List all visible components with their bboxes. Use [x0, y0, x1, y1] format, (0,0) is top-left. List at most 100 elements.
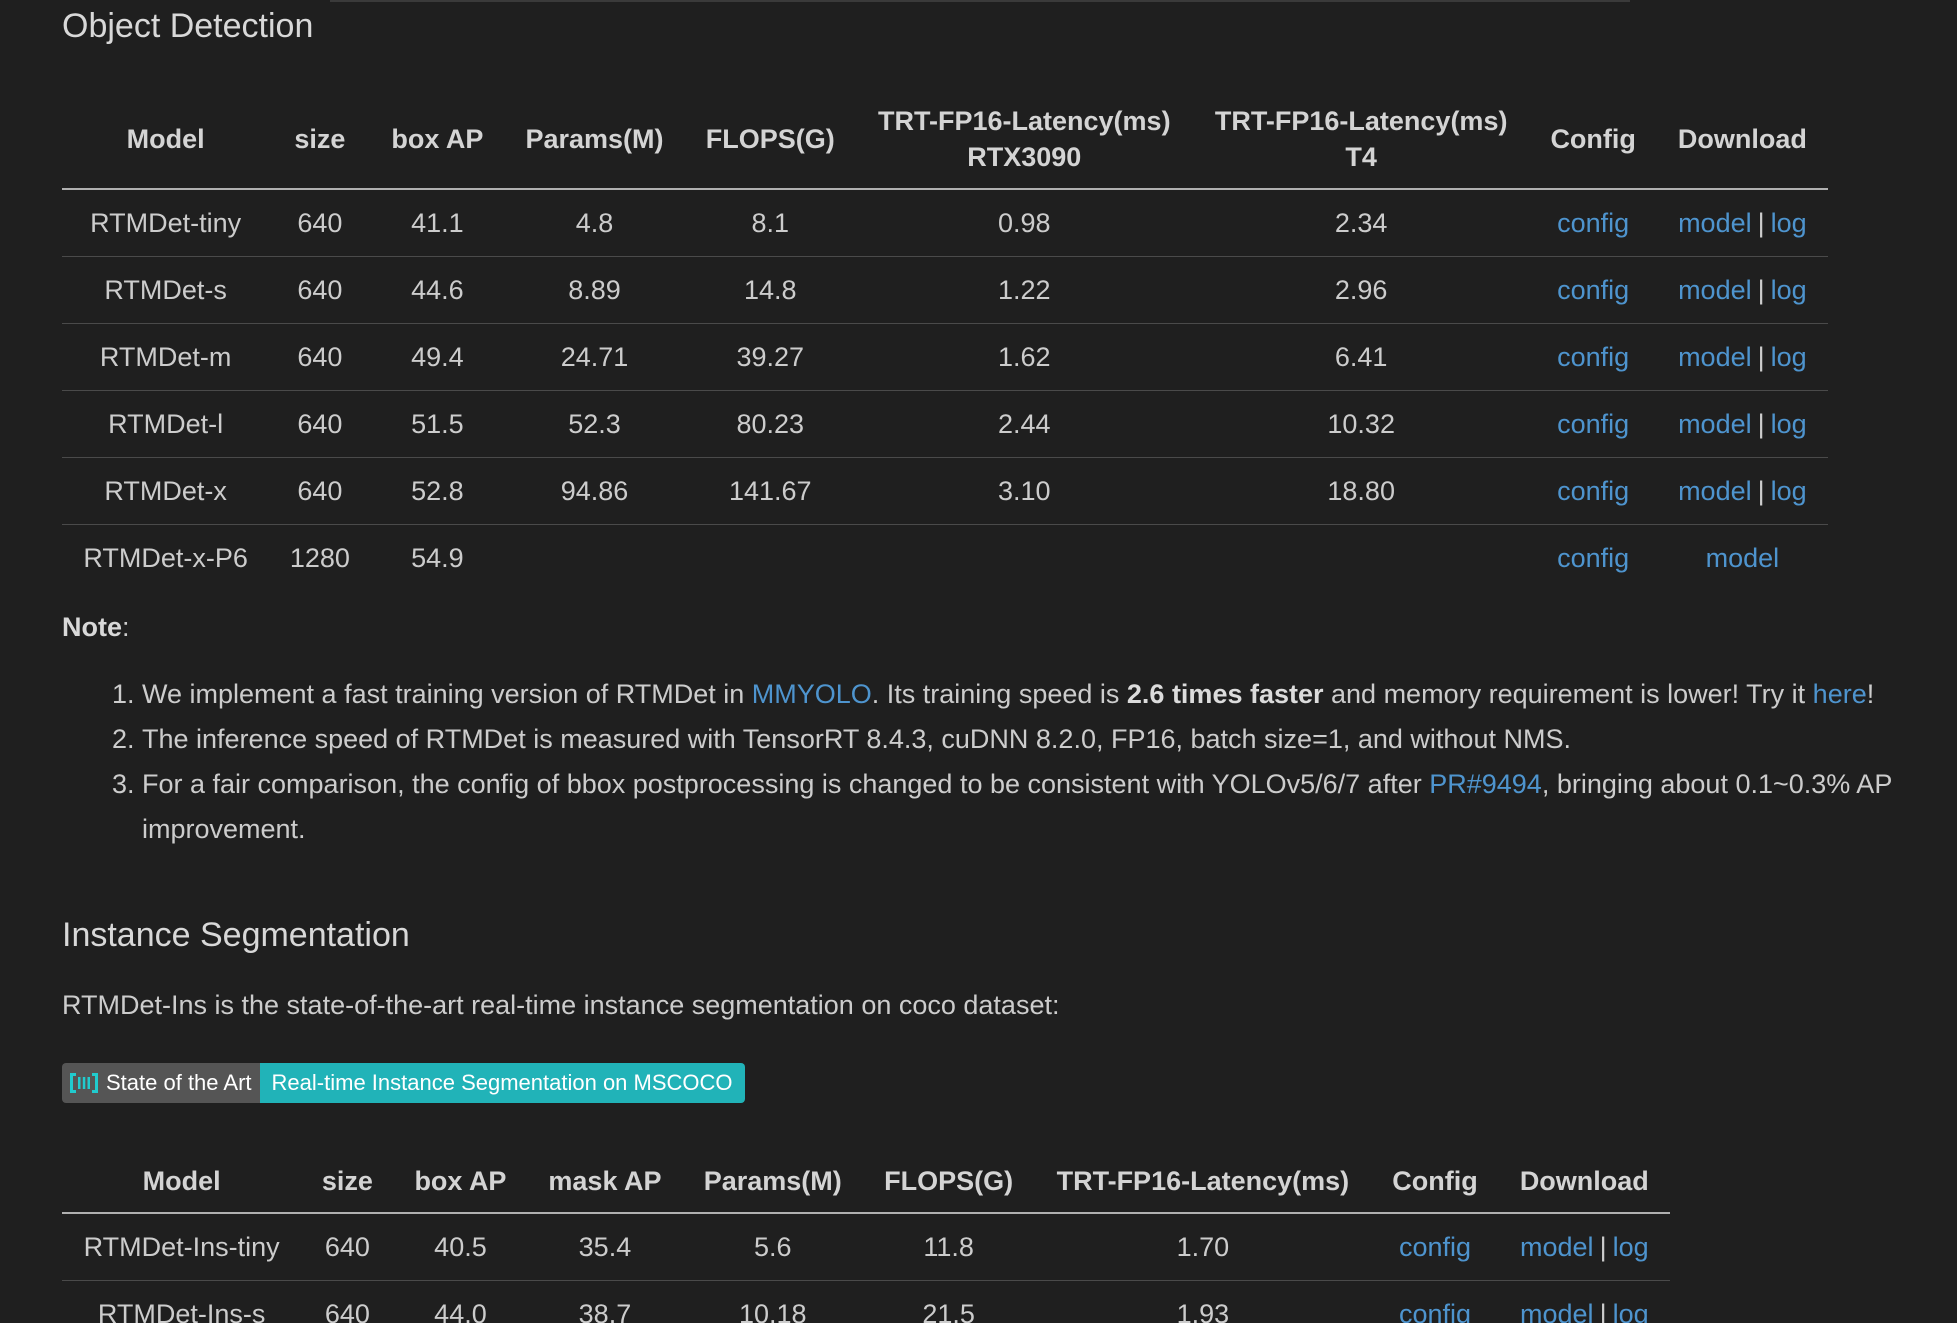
cell-flops — [684, 524, 856, 591]
cell-model: RTMDet-tiny — [90, 207, 242, 238]
header-latency-rtx3090-line1: TRT-FP16-Latency(ms) — [878, 106, 1171, 136]
cell-download: model — [1656, 524, 1828, 591]
table-row: RTMDet-s 640 44.6 8.89 14.8 1.22 2.96 config mod… — [62, 256, 1828, 324]
header-mask-ap: mask AP — [527, 1150, 683, 1214]
log-link[interactable]: log — [1771, 476, 1807, 506]
log-link[interactable]: log — [1771, 409, 1807, 439]
sota-badge[interactable]: State of the Art Real-time Instance Segm… — [62, 1063, 745, 1103]
model-link[interactable]: model — [1520, 1299, 1594, 1323]
instance-segmentation-table-body: RTMDet-Ins-tiny 640 40.5 35.4 5.6 11.8 1.70 con… — [62, 1213, 1670, 1323]
mmyolo-link[interactable]: MMYOLO — [752, 679, 872, 709]
cell-config: config — [1529, 323, 1657, 391]
cell-flops: 11.8 — [923, 1231, 974, 1262]
cell-lat-t4: 2.96 — [1192, 256, 1530, 324]
cell-size: 640 — [297, 207, 343, 238]
config-link[interactable]: config — [1557, 342, 1629, 372]
model-link[interactable]: model — [1520, 1232, 1594, 1262]
cell-model: RTMDet-s — [62, 256, 270, 324]
note-item-1: We implement a fast training version of … — [142, 672, 1942, 717]
note-1-text-c: and memory requirement is lower! Try it — [1323, 679, 1813, 709]
table-row: RTMDet-Ins-s 640 44.0 38.7 10.18 21.5 1.93 conf… — [62, 1280, 1670, 1323]
log-link[interactable]: log — [1771, 208, 1807, 238]
cell-download: model | log — [1657, 189, 1828, 257]
cell-params: 10.18 — [682, 1280, 863, 1323]
config-link[interactable]: config — [1557, 543, 1629, 573]
log-link[interactable]: log — [1771, 342, 1807, 372]
cell-download: model | log — [1498, 1280, 1670, 1323]
header-download: Download — [1656, 90, 1828, 190]
object-detection-table-body: RTMDet-tiny 640 41.1 4.8 8.1 0.98 2.34 config mo… — [62, 189, 1828, 591]
config-link[interactable]: config — [1557, 275, 1629, 305]
header-box-ap: box AP — [370, 90, 505, 190]
header-latency-t4-line1: TRT-FP16-Latency(ms) — [1214, 106, 1508, 136]
model-link[interactable]: model — [1706, 543, 1780, 573]
papers-with-code-icon — [70, 1073, 98, 1093]
cell-model: RTMDet-Ins-tiny — [83, 1231, 280, 1262]
cell-lat-rtx: 0.98 — [998, 207, 1051, 238]
cell-lat-rtx — [855, 524, 1193, 591]
cell-box-ap: 49.4 — [370, 323, 505, 391]
model-link[interactable]: model — [1678, 476, 1752, 506]
cell-download: model | log — [1656, 323, 1828, 391]
cell-box-ap: 51.5 — [370, 390, 505, 458]
header-size: size — [269, 90, 371, 190]
cell-download: model | log — [1656, 390, 1828, 458]
link-separator: | — [1599, 1231, 1607, 1262]
link-separator: | — [1757, 341, 1765, 372]
note-1-text-d: ! — [1866, 679, 1875, 709]
table-row: RTMDet-x-P6 1280 54.9 config model — [62, 524, 1828, 591]
cell-config: config — [1371, 1280, 1499, 1323]
cell-params: 24.71 — [504, 323, 685, 391]
config-link[interactable]: config — [1399, 1232, 1471, 1262]
cell-model: RTMDet-x — [62, 457, 270, 525]
model-link[interactable]: model — [1678, 208, 1752, 238]
cell-config: config — [1529, 256, 1657, 324]
note-1-text-b: . Its training speed is — [871, 679, 1127, 709]
badge-right-label: Real-time Instance Segmentation on MSCOC… — [259, 1063, 745, 1103]
object-detection-table: Model size box AP Params(M) FLOPS(G) TRT… — [62, 90, 1828, 591]
cell-lat-rtx: 2.44 — [855, 390, 1193, 458]
config-link[interactable]: config — [1557, 208, 1629, 238]
cell-params — [504, 524, 685, 591]
cell-model: RTMDet-x-P6 — [62, 524, 270, 591]
header-model: Model — [62, 1150, 302, 1214]
table-row: RTMDet-Ins-tiny 640 40.5 35.4 5.6 11.8 1.70 con… — [62, 1213, 1670, 1281]
header-params: Params(M) — [682, 1150, 863, 1214]
model-link[interactable]: model — [1678, 409, 1752, 439]
cell-lat-t4: 10.32 — [1192, 390, 1530, 458]
config-link[interactable]: config — [1557, 476, 1629, 506]
log-link[interactable]: log — [1771, 275, 1807, 305]
note-1-text-a: We implement a fast training version of … — [142, 679, 752, 709]
model-link[interactable]: model — [1678, 275, 1752, 305]
cell-flops: 14.8 — [684, 256, 856, 324]
pr-9494-link[interactable]: PR#9494 — [1429, 769, 1542, 799]
table-header-row: Model size box AP Params(M) FLOPS(G) TRT… — [62, 90, 1828, 190]
cell-box-ap: 52.8 — [370, 457, 505, 525]
header-config: Config — [1371, 1150, 1499, 1214]
instance-segmentation-heading: Instance Segmentation — [62, 916, 410, 954]
log-link[interactable]: log — [1613, 1299, 1649, 1323]
cell-lat-t4 — [1192, 524, 1530, 591]
header-box-ap: box AP — [393, 1150, 528, 1214]
cell-params: 52.3 — [504, 390, 685, 458]
cell-config: config — [1371, 1213, 1498, 1281]
cell-model: RTMDet-Ins-s — [62, 1280, 302, 1323]
config-link[interactable]: config — [1399, 1299, 1471, 1323]
header-config: Config — [1529, 90, 1657, 190]
cell-download: model | log — [1656, 457, 1828, 525]
cell-box-ap: 41.1 — [411, 207, 464, 238]
badge-left-label: State of the Art — [106, 1070, 252, 1095]
cell-params: 5.6 — [753, 1231, 792, 1262]
table-row: RTMDet-x 640 52.8 94.86 141.67 3.10 18.80 confi… — [62, 457, 1828, 525]
header-flops: FLOPS(G) — [863, 1150, 1035, 1214]
table-row: RTMDet-m 640 49.4 24.71 39.27 1.62 6.41 config m… — [62, 323, 1828, 391]
object-detection-heading: Object Detection — [62, 7, 314, 45]
here-link[interactable]: here — [1813, 679, 1867, 709]
instance-segmentation-table: Model size box AP mask AP Params(M) FLOP… — [62, 1150, 1670, 1323]
header-download: Download — [1498, 1150, 1670, 1214]
log-link[interactable]: log — [1613, 1232, 1649, 1262]
config-link[interactable]: config — [1557, 409, 1629, 439]
model-link[interactable]: model — [1678, 342, 1752, 372]
link-separator: | — [1757, 274, 1765, 305]
cell-lat-t4: 18.80 — [1192, 457, 1530, 525]
